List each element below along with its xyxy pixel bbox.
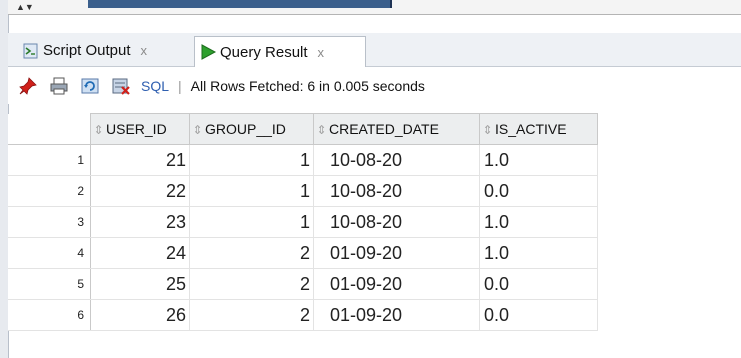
- cell-is-active[interactable]: 1.0: [479, 144, 598, 176]
- sql-link[interactable]: SQL: [141, 78, 169, 94]
- cell-user-id[interactable]: 22: [90, 175, 190, 207]
- column-header-created-date[interactable]: ⇕ CREATED_DATE: [313, 113, 480, 145]
- editor-top-strip: ▲▼: [8, 0, 741, 15]
- cell-group-id[interactable]: 1: [189, 175, 314, 207]
- table-row[interactable]: 5 25 2 01-09-20 0.0: [8, 268, 598, 300]
- cell-is-active[interactable]: 1.0: [479, 206, 598, 238]
- cell-created-date[interactable]: 01-09-20: [313, 268, 480, 300]
- row-number-header: [8, 113, 91, 145]
- close-icon[interactable]: x: [141, 43, 148, 58]
- refresh-icon[interactable]: [80, 76, 100, 96]
- tab-script-output[interactable]: Script Output x: [18, 36, 192, 65]
- table-row[interactable]: 6 26 2 01-09-20 0.0: [8, 299, 598, 331]
- row-number[interactable]: 3: [8, 206, 91, 238]
- cell-group-id[interactable]: 1: [189, 206, 314, 238]
- cell-group-id[interactable]: 1: [189, 144, 314, 176]
- result-grid: ⇕ USER_ID ⇕ GROUP__ID ⇕ CREATED_DATE ⇕ IS_AC…: [8, 113, 598, 331]
- cell-is-active[interactable]: 0.0: [479, 299, 598, 331]
- row-number[interactable]: 6: [8, 299, 91, 331]
- cell-group-id[interactable]: 2: [189, 237, 314, 269]
- toolbar-separator: |: [178, 77, 182, 94]
- cell-user-id[interactable]: 26: [90, 299, 190, 331]
- tab-script-output-label: Script Output: [43, 42, 131, 59]
- column-header-label: GROUP__ID: [205, 121, 286, 137]
- table-row[interactable]: 2 22 1 10-08-20 0.0: [8, 175, 598, 207]
- script-output-icon: [23, 43, 38, 58]
- sort-icon: ⇕: [482, 123, 493, 137]
- cell-group-id[interactable]: 2: [189, 268, 314, 300]
- grid-header-row: ⇕ USER_ID ⇕ GROUP__ID ⇕ CREATED_DATE ⇕ IS_AC…: [8, 113, 598, 145]
- splitter-arrows-icon[interactable]: ▲▼: [16, 2, 34, 13]
- column-header-label: IS_ACTIVE: [495, 121, 567, 137]
- cell-created-date[interactable]: 01-09-20: [313, 299, 480, 331]
- column-header-user-id[interactable]: ⇕ USER_ID: [90, 113, 190, 145]
- row-number[interactable]: 1: [8, 144, 91, 176]
- cell-user-id[interactable]: 23: [90, 206, 190, 238]
- sort-icon: ⇕: [93, 123, 104, 137]
- print-icon[interactable]: [49, 76, 69, 96]
- sql-export-icon[interactable]: [111, 76, 131, 96]
- cell-is-active[interactable]: 0.0: [479, 175, 598, 207]
- cell-user-id[interactable]: 21: [90, 144, 190, 176]
- cell-is-active[interactable]: 0.0: [479, 268, 598, 300]
- column-header-is-active[interactable]: ⇕ IS_ACTIVE: [479, 113, 598, 145]
- result-table: ⇕ USER_ID ⇕ GROUP__ID ⇕ CREATED_DATE ⇕ IS_AC…: [8, 113, 598, 331]
- cell-group-id[interactable]: 2: [189, 299, 314, 331]
- cell-created-date[interactable]: 01-09-20: [313, 237, 480, 269]
- results-tab-bar: Script Output x Query Result x: [8, 33, 741, 67]
- table-row[interactable]: 4 24 2 01-09-20 1.0: [8, 237, 598, 269]
- pin-icon[interactable]: [18, 76, 38, 96]
- run-play-icon: [201, 44, 217, 60]
- sort-icon: ⇕: [192, 123, 203, 137]
- sort-icon: ⇕: [316, 123, 327, 137]
- row-number[interactable]: 2: [8, 175, 91, 207]
- cell-created-date[interactable]: 10-08-20: [313, 144, 480, 176]
- row-number[interactable]: 4: [8, 237, 91, 269]
- cell-created-date[interactable]: 10-08-20: [313, 206, 480, 238]
- editor-scrollbar[interactable]: [88, 0, 392, 8]
- tab-query-result[interactable]: Query Result x: [194, 36, 366, 67]
- column-header-group-id[interactable]: ⇕ GROUP__ID: [189, 113, 314, 145]
- cell-created-date[interactable]: 10-08-20: [313, 175, 480, 207]
- cell-is-active[interactable]: 1.0: [479, 237, 598, 269]
- column-header-label: CREATED_DATE: [329, 121, 439, 137]
- table-row[interactable]: 3 23 1 10-08-20 1.0: [8, 206, 598, 238]
- close-icon[interactable]: x: [318, 45, 325, 60]
- fetch-status: All Rows Fetched: 6 in 0.005 seconds: [190, 77, 425, 94]
- tab-query-result-label: Query Result: [220, 43, 308, 61]
- cell-user-id[interactable]: 25: [90, 268, 190, 300]
- cell-user-id[interactable]: 24: [90, 237, 190, 269]
- results-toolbar: SQL | All Rows Fetched: 6 in 0.005 secon…: [8, 67, 741, 104]
- row-number[interactable]: 5: [8, 268, 91, 300]
- column-header-label: USER_ID: [106, 121, 167, 137]
- table-row[interactable]: 1 21 1 10-08-20 1.0: [8, 144, 598, 176]
